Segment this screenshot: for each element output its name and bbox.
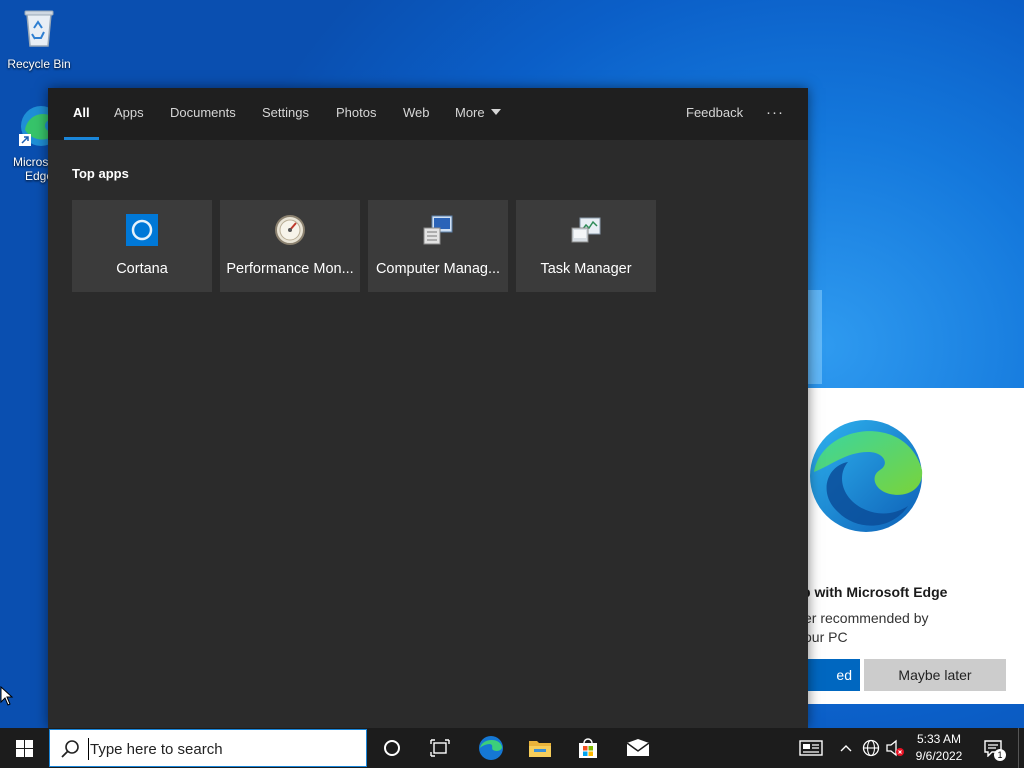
edge-promo-description-line2: our PC	[808, 629, 848, 645]
edge-promo-title: b with Microsoft Edge	[808, 584, 948, 600]
volume-button[interactable]	[884, 728, 906, 768]
top-app-label: Cortana	[116, 261, 168, 277]
task-manager-icon	[571, 217, 601, 243]
cortana-icon	[126, 214, 158, 246]
tab-documents[interactable]: Documents	[170, 88, 236, 140]
store-bag-icon	[579, 738, 597, 758]
tab-more-label: More	[455, 105, 485, 120]
start-button[interactable]	[0, 728, 48, 768]
windows-logo-icon	[15, 739, 33, 757]
tab-all[interactable]: All	[64, 88, 99, 140]
tab-photos[interactable]: Photos	[336, 88, 376, 140]
edge-promo-primary-button[interactable]: ed	[808, 659, 860, 691]
show-hidden-icons-button[interactable]	[836, 728, 856, 768]
maybe-later-button[interactable]: Maybe later	[864, 659, 1006, 691]
tab-more[interactable]: More	[455, 88, 501, 140]
edge-promo-description-line1: er recommended by	[808, 610, 929, 626]
cortana-circle-icon	[384, 740, 400, 756]
file-explorer-button[interactable]	[520, 728, 560, 768]
task-view-button[interactable]	[420, 728, 460, 768]
microsoft-store-button[interactable]	[568, 728, 608, 768]
taskbar-search-box[interactable]	[49, 729, 367, 767]
clock[interactable]: 5:33 AM 9/6/2022	[908, 731, 970, 765]
speaker-muted-icon	[886, 739, 904, 757]
notification-count-badge: 1	[994, 749, 1006, 761]
top-app-label: Computer Manag...	[375, 261, 501, 277]
top-app-tile-task-manager[interactable]: Task Manager	[516, 200, 656, 292]
search-input[interactable]	[88, 738, 358, 760]
top-app-label: Task Manager	[540, 261, 632, 277]
feedback-button[interactable]: Feedback	[686, 88, 743, 140]
mail-button[interactable]	[618, 728, 658, 768]
task-view-icon	[430, 739, 450, 757]
tab-web[interactable]: Web	[403, 88, 430, 140]
search-filter-tabbar: All Apps Documents Settings Photos Web M…	[48, 88, 808, 140]
desktop-icon-recycle-bin[interactable]: Recycle Bin	[1, 6, 77, 71]
news-and-interests-button[interactable]	[794, 728, 828, 768]
clock-time: 5:33 AM	[916, 732, 962, 746]
news-icon	[799, 740, 823, 756]
chevron-up-icon	[840, 745, 852, 752]
tab-apps[interactable]: Apps	[114, 88, 144, 140]
edge-logo-icon	[810, 420, 923, 532]
recycle-bin-icon	[24, 10, 54, 47]
recycle-bin-label: Recycle Bin	[7, 57, 71, 71]
clock-date: 9/6/2022	[915, 749, 963, 763]
search-panel: All Apps Documents Settings Photos Web M…	[48, 88, 808, 728]
top-app-label: Performance Mon...	[226, 261, 354, 277]
network-button[interactable]	[860, 728, 882, 768]
cortana-button[interactable]	[372, 728, 412, 768]
top-app-tile-computer-management[interactable]: Computer Manag...	[368, 200, 508, 292]
wallpaper-light-shaft	[806, 290, 822, 384]
mail-icon	[626, 739, 650, 756]
chevron-down-icon	[490, 109, 501, 115]
top-apps-heading: Top apps	[72, 166, 129, 181]
folder-icon	[529, 741, 551, 757]
top-app-tile-cortana[interactable]: Cortana	[72, 200, 212, 292]
top-app-tile-performance-monitor[interactable]: Performance Mon...	[220, 200, 360, 292]
tab-settings[interactable]: Settings	[262, 88, 309, 140]
taskbar-edge-button[interactable]	[470, 728, 512, 768]
show-desktop-button[interactable]	[1018, 728, 1024, 768]
edge-icon	[479, 736, 503, 760]
performance-monitor-icon	[275, 215, 305, 245]
taskbar: 5:33 AM 9/6/2022	[0, 728, 1024, 768]
action-center-button[interactable]	[978, 728, 1008, 768]
search-icon	[61, 740, 79, 758]
edge-promo-dialog: b with Microsoft Edge er recommended by …	[808, 388, 1024, 704]
mouse-cursor-icon	[0, 686, 14, 706]
computer-management-icon	[423, 215, 453, 245]
more-options-button[interactable]: ···	[766, 88, 784, 140]
globe-icon	[862, 739, 880, 757]
